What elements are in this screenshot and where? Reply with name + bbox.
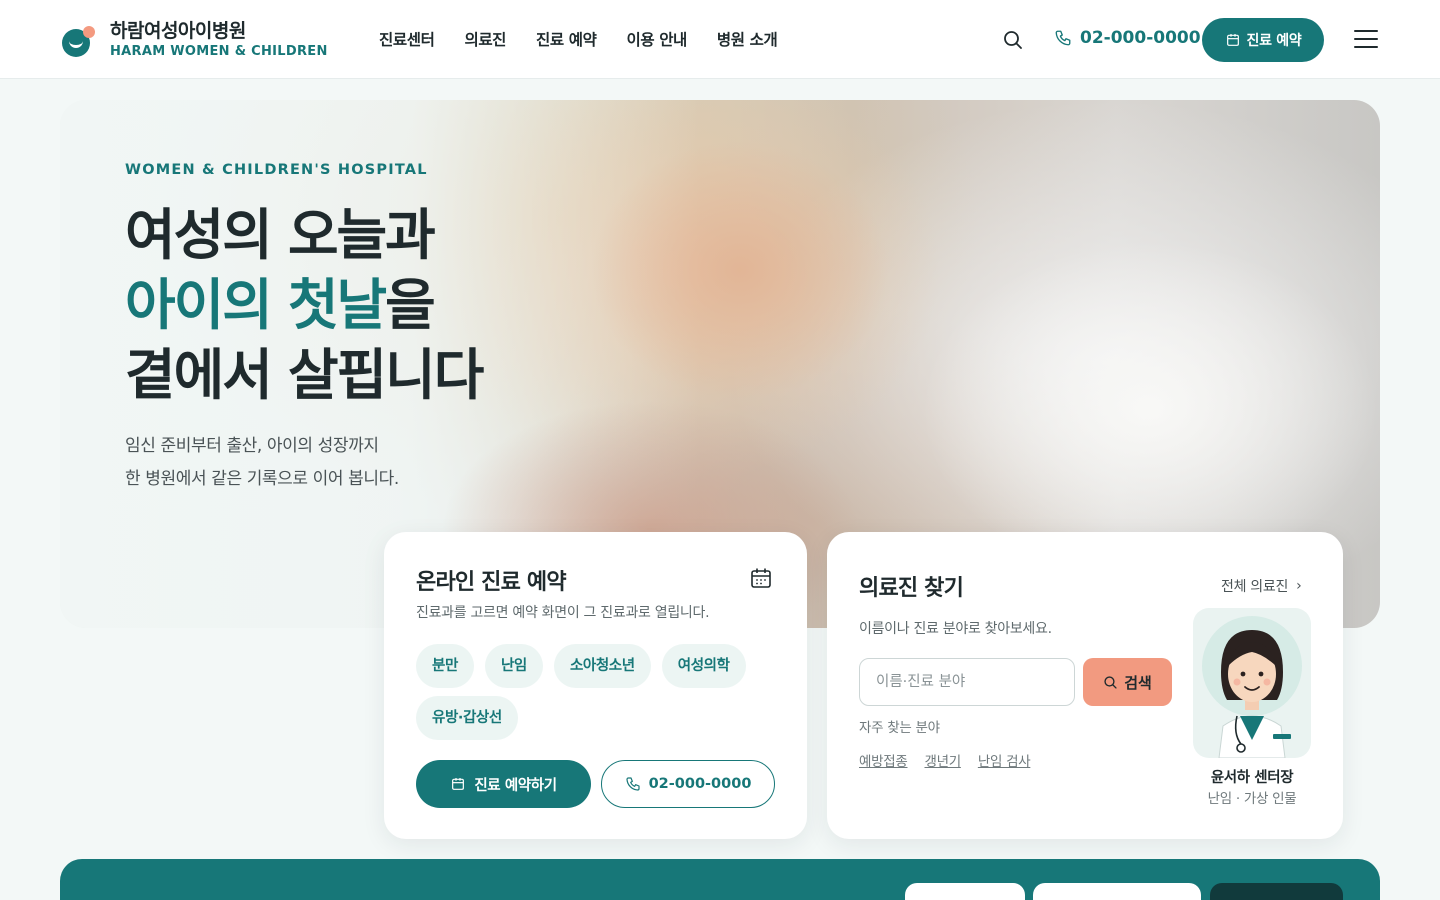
hero-title-accent: 아이의 첫날 — [125, 273, 387, 337]
booking-description: 진료과를 고르면 예약 화면이 그 진료과로 열립니다. — [416, 605, 710, 621]
doctor-search-title: 의료진 찾기 — [859, 576, 964, 601]
doctor-search-label: 검색 — [1124, 673, 1152, 692]
hero-title: 여성의 오늘과 아이의 첫날을 곁에서 살핍니다 — [125, 200, 484, 410]
calendar-icon — [452, 778, 465, 790]
phone-icon — [1055, 30, 1071, 46]
quick-bar-field-2[interactable] — [1033, 883, 1201, 900]
doctor-search-description: 이름이나 진료 분야로 찾아보세요. — [859, 621, 1052, 637]
chevron-right-icon: › — [1296, 578, 1302, 594]
doctor-role: 난임 · 가상 인물 — [1207, 791, 1297, 807]
logo-mark-icon — [62, 23, 96, 57]
hero-title-line2-rest: 을 — [385, 273, 436, 337]
all-doctors-link[interactable]: 전체 의료진 › — [1221, 576, 1302, 596]
header-phone-number: 02-000-0000 — [1080, 28, 1201, 48]
phone-icon — [625, 777, 640, 791]
doctor-search-card: 의료진 찾기 전체 의료진 › 이름이나 진료 분야로 찾아보세요. 검색 자주… — [827, 532, 1343, 839]
chip-breast-thyroid[interactable]: 유방·갑상선 — [416, 696, 518, 740]
header-reserve-button[interactable]: 진료 예약 — [1202, 18, 1324, 62]
hero-subtitle: 임신 준비부터 출산, 아이의 성장까지 한 병원에서 같은 기록으로 이어 봅… — [125, 430, 399, 496]
site-header: 하람여성아이병원 HARAM WOMEN & CHILDREN 진료센터 의료진… — [0, 0, 1440, 79]
frequent-fields-label: 자주 찾는 분야 — [859, 720, 940, 736]
doctor-avatar[interactable] — [1193, 608, 1311, 758]
hamburger-menu-icon[interactable] — [1354, 30, 1378, 50]
search-icon[interactable] — [1002, 29, 1024, 51]
logo-name-en: HARAM WOMEN & CHILDREN — [110, 44, 328, 59]
logo[interactable]: 하람여성아이병원 HARAM WOMEN & CHILDREN — [62, 22, 328, 58]
chip-infertility[interactable]: 난임 — [484, 644, 543, 688]
department-chips: 분만 난임 소아청소년 여성의학 유방·갑상선 — [416, 644, 776, 748]
chip-obstetrics[interactable]: 분만 — [416, 644, 474, 688]
search-icon — [1104, 675, 1117, 689]
header-phone-link[interactable]: 02-000-0000 — [1054, 28, 1201, 48]
quick-bar-field-1[interactable] — [905, 883, 1025, 900]
hero-sub-line2: 한 병원에서 같은 기록으로 이어 봅니다. — [125, 469, 399, 489]
chip-womens-medicine[interactable]: 여성의학 — [661, 644, 746, 688]
nav-item-reservation[interactable]: 진료 예약 — [536, 28, 597, 50]
booking-phone-button[interactable]: 02-000-0000 — [601, 760, 775, 808]
hero-title-line3: 곁에서 살핍니다 — [125, 343, 484, 407]
main-nav: 진료센터 의료진 진료 예약 이용 안내 병원 소개 — [379, 28, 807, 50]
frequent-link-vaccination[interactable]: 예방접종 — [859, 750, 908, 770]
nav-item-guide[interactable]: 이용 안내 — [626, 28, 687, 50]
nav-item-centers[interactable]: 진료센터 — [379, 28, 435, 50]
nav-item-about[interactable]: 병원 소개 — [717, 28, 778, 50]
doctor-search-input[interactable] — [859, 658, 1075, 706]
book-appointment-button[interactable]: 진료 예약하기 — [416, 760, 591, 808]
all-doctors-label: 전체 의료진 — [1221, 579, 1289, 595]
booking-phone-number: 02-000-0000 — [648, 776, 752, 792]
nav-item-doctors[interactable]: 의료진 — [464, 28, 506, 50]
hero-photo-mother — [590, 140, 890, 400]
doctor-name: 윤서하 센터장 — [1210, 770, 1294, 786]
frequent-link-infertility-test[interactable]: 난임 검사 — [978, 750, 1031, 770]
hero-photo-shirt — [920, 240, 1380, 580]
hero-eyebrow: WOMEN & CHILDREN'S HOSPITAL — [125, 162, 428, 178]
chip-pediatrics[interactable]: 소아청소년 — [553, 644, 651, 688]
booking-title: 온라인 진료 예약 — [416, 570, 567, 595]
quick-bar-submit-button[interactable] — [1210, 883, 1343, 900]
hero-title-line1: 여성의 오늘과 — [125, 203, 436, 267]
header-reserve-label: 진료 예약 — [1246, 33, 1302, 49]
calendar-icon — [751, 568, 771, 588]
hero-sub-line1: 임신 준비부터 출산, 아이의 성장까지 — [125, 436, 379, 456]
frequent-fields: 예방접종 갱년기 난임 검사 — [859, 750, 1047, 770]
logo-name-ko: 하람여성아이병원 — [110, 20, 246, 42]
calendar-icon — [1226, 34, 1239, 46]
frequent-link-menopause[interactable]: 갱년기 — [924, 750, 961, 770]
doctor-search-button[interactable]: 검색 — [1083, 658, 1172, 706]
book-appointment-label: 진료 예약하기 — [474, 777, 557, 794]
online-booking-card: 온라인 진료 예약 진료과를 고르면 예약 화면이 그 진료과로 열립니다. 분… — [384, 532, 807, 839]
quick-bar — [60, 859, 1380, 900]
